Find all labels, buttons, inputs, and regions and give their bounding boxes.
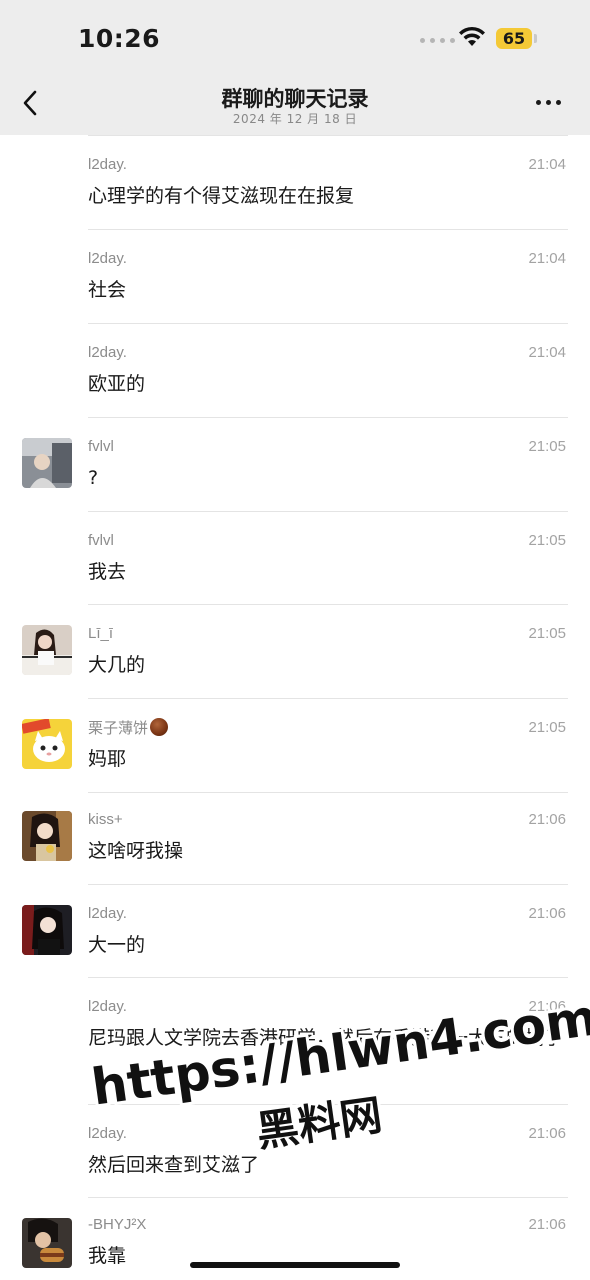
chat-message[interactable]: l2day. 21:06 尼玛跟人文学院去香港研学，然后在香港和一大三的搞了 [0,978,590,1106]
status-time: 10:26 [78,24,161,53]
message-time: 21:04 [528,156,566,173]
avatar[interactable] [22,625,72,675]
message-text: 欧亚的 [88,373,146,395]
sender-name: l2day. [88,344,127,361]
message-time: 21:05 [528,719,566,736]
sender-name: kiss+ [88,811,123,828]
message-time: 21:04 [528,344,566,361]
wifi-icon [459,26,485,46]
message-time: 21:06 [528,811,566,828]
more-options-icon[interactable] [536,100,561,105]
avatar[interactable] [22,905,72,955]
message-time: 21:05 [528,438,566,455]
chat-message[interactable]: kiss+ 21:06 这啥呀我操 [0,793,590,887]
page-title: 群聊的聊天记录 [221,87,369,111]
chat-message[interactable]: fvlvl 21:05 我去 [0,512,590,606]
sender-name: l2day. [88,998,127,1015]
message-text: 我去 [88,561,127,583]
status-bar: 10:26 65 [0,0,590,70]
message-text: 妈耶 [88,748,127,770]
sender-name: 栗子薄饼 [88,717,169,738]
message-time: 21:05 [528,625,566,642]
sender-name: -BHYJ²X [88,1216,147,1233]
page-subtitle-date: 2024 年 12 月 18 日 [232,112,358,126]
sender-name: fvlvl [88,438,114,455]
sender-name: Lī_ī [88,625,114,642]
sender-name: fvlvl [88,532,114,549]
sender-name-text: 栗子薄饼 [88,720,149,737]
avatar[interactable] [22,719,72,769]
message-text: 然后回来查到艾滋了 [88,1154,260,1176]
message-time: 21:04 [528,250,566,267]
battery-cap [534,34,537,43]
chat-message[interactable]: 栗子薄饼 21:05 妈耶 [0,699,590,793]
message-time: 21:06 [528,905,566,922]
message-time: 21:06 [528,1216,566,1233]
sender-name: l2day. [88,1125,127,1142]
message-text: 大一的 [88,934,146,956]
avatar[interactable] [22,811,72,861]
battery-indicator: 65 [496,28,532,49]
chat-message[interactable]: l2day. 21:04 社会 [0,230,590,324]
message-text: 尼玛跟人文学院去香港研学，然后在香港和一大三的搞了 [88,1027,564,1049]
chat-message[interactable]: l2day. 21:04 欧亚的 [0,324,590,418]
chat-message[interactable]: Lī_ī 21:05 大几的 [0,605,590,699]
chat-message[interactable]: l2day. 21:06 然后回来查到艾滋了 [0,1105,590,1199]
avatar[interactable] [22,1218,72,1268]
chestnut-emoji-icon [150,718,169,736]
message-time: 21:06 [528,998,566,1015]
cellular-signal-icon [420,38,455,43]
message-text: ? [88,467,99,489]
chat-message[interactable]: fvlvl 21:05 ? [0,418,590,512]
chat-message[interactable]: l2day. 21:04 心理学的有个得艾滋现在在报复 [0,136,590,230]
chat-message[interactable]: l2day. 21:06 大一的 [0,885,590,979]
message-time: 21:06 [528,1125,566,1142]
home-indicator[interactable] [190,1262,400,1268]
message-text: 这啥呀我操 [88,840,184,862]
message-text: 社会 [88,279,127,301]
navigation-bar: 群聊的聊天记录 2024 年 12 月 18 日 [0,70,590,135]
message-text: 大几的 [88,654,146,676]
message-text: 心理学的有个得艾滋现在在报复 [88,185,355,207]
avatar[interactable] [22,438,72,488]
message-time: 21:05 [528,532,566,549]
sender-name: l2day. [88,905,127,922]
sender-name: l2day. [88,250,127,267]
sender-name: l2day. [88,156,127,173]
